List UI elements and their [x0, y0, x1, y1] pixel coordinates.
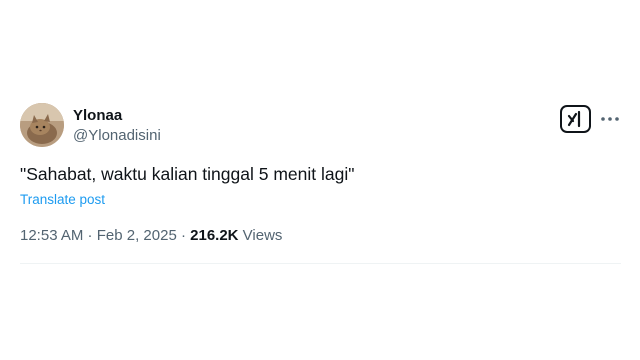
cat-avatar-image	[20, 103, 64, 147]
tweet-meta: 12:53 AM · Feb 2, 2025 · 216.2K Views	[20, 227, 282, 245]
author-handle[interactable]: @Ylonadisini	[73, 127, 161, 145]
author-display-name[interactable]: Ylonaa	[73, 107, 122, 125]
meta-separator: ·	[176, 227, 191, 244]
tweet-time[interactable]: 12:53 AM	[20, 227, 83, 244]
tweet-card: Ylonaa @Ylonadisini "Sahabat, waktu kali…	[0, 0, 640, 360]
more-options-icon[interactable]	[599, 108, 621, 130]
divider	[20, 263, 621, 264]
tweet-date[interactable]: Feb 2, 2025	[97, 227, 177, 244]
views-label: Views	[238, 227, 283, 244]
views-count: 216.2K	[190, 227, 239, 244]
avatar[interactable]	[20, 103, 64, 147]
meta-separator: ·	[83, 227, 97, 244]
grok-icon[interactable]	[560, 105, 591, 133]
tweet-text: "Sahabat, waktu kalian tinggal 5 menit l…	[20, 164, 355, 184]
translate-post-link[interactable]: Translate post	[20, 192, 105, 208]
